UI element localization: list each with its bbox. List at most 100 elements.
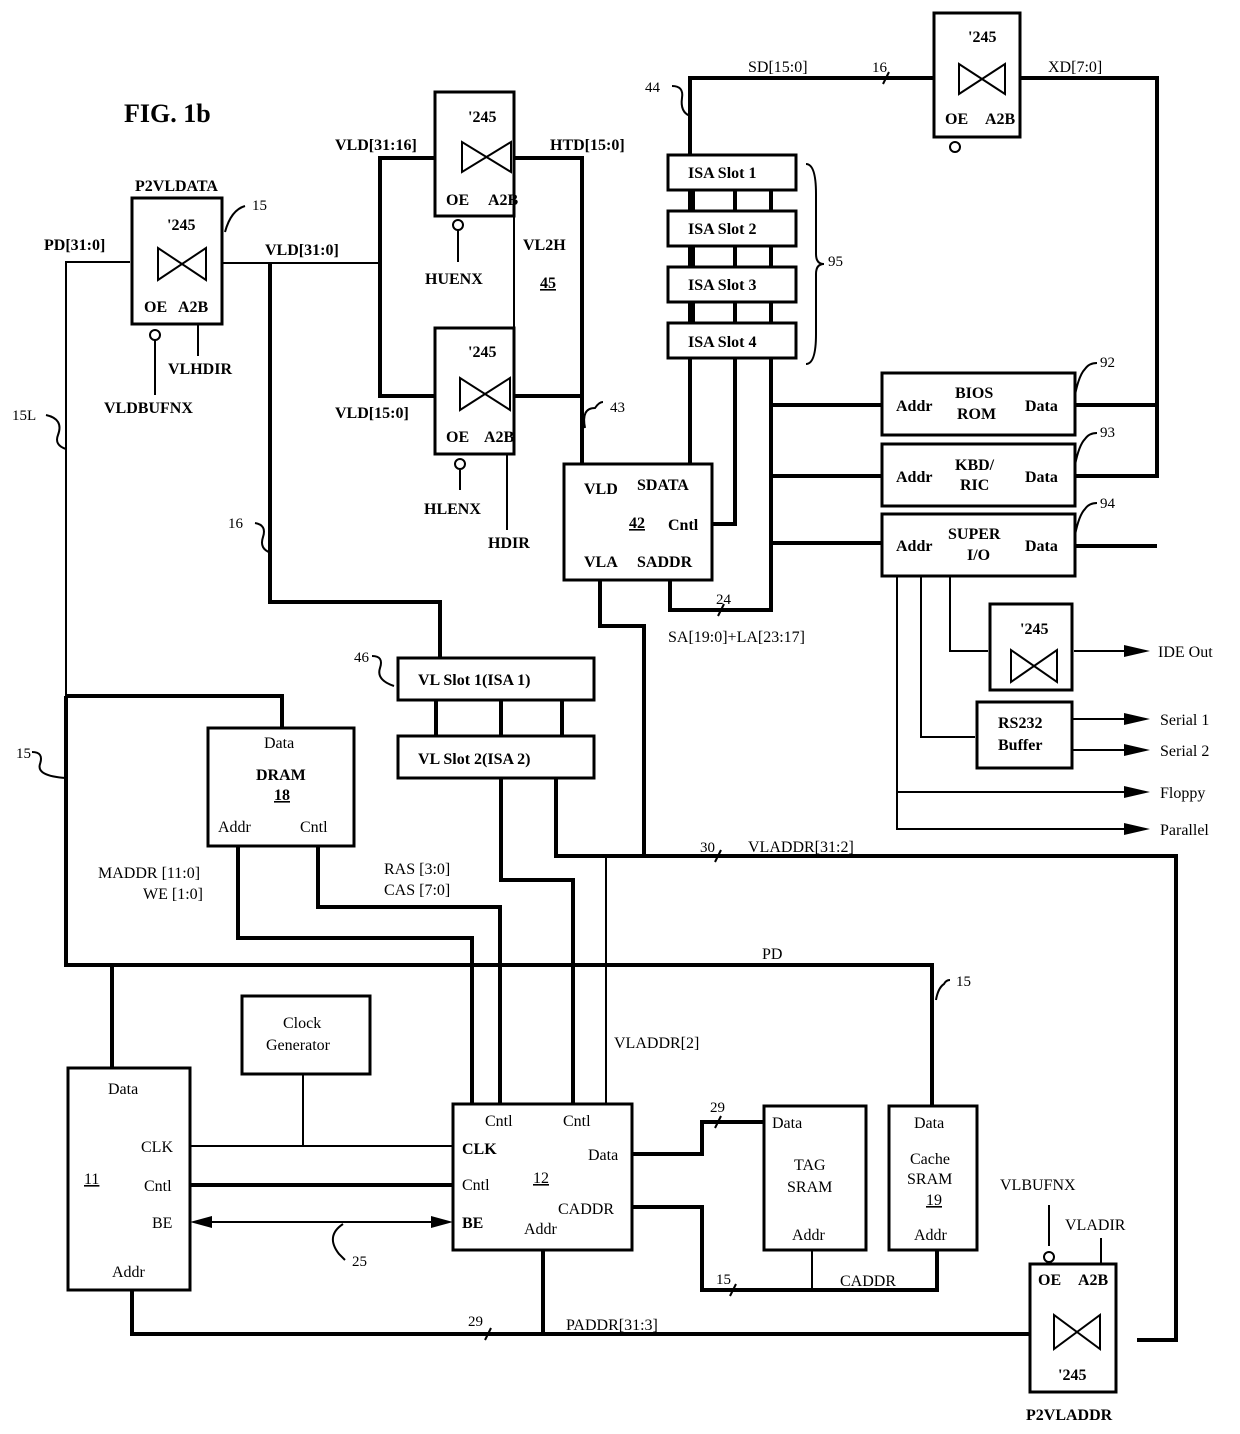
- pin-label: Data: [264, 735, 294, 752]
- ref-label: 29: [710, 1100, 725, 1116]
- leader-line: [45, 414, 67, 450]
- pin-label: Data: [1025, 398, 1058, 415]
- inverted-input-icon: [452, 219, 464, 231]
- vl-slot-cntl-wire: [499, 778, 575, 1104]
- rs232-buffer: RS232 Buffer: [975, 700, 1074, 770]
- group-label: VL2H: [523, 237, 566, 254]
- oe-pin: OE: [144, 299, 167, 316]
- buffer-part: '245: [968, 29, 996, 46]
- lower-buffer: '245 OE A2B HLENX HDIR: [424, 326, 530, 552]
- signal-label: VLADDR[2]: [614, 1035, 699, 1052]
- pin-label: Addr: [896, 538, 932, 555]
- signal-label: VLADDR[31:2]: [748, 839, 854, 856]
- inverted-input-icon: [149, 329, 161, 341]
- be-arrow-right-icon: [431, 1216, 453, 1228]
- signal-label: SA[19:0]+LA[23:17]: [668, 629, 805, 646]
- signal-label: VLD[15:0]: [335, 405, 409, 422]
- tag-data-wire: [632, 1120, 764, 1156]
- output-label: Serial 2: [1160, 743, 1209, 760]
- a2b-pin: A2B: [484, 429, 515, 446]
- ref-label: 11: [84, 1171, 99, 1188]
- pin-label: VLD: [584, 481, 618, 498]
- slot-label: VL Slot 2(ISA 2): [418, 751, 530, 768]
- signal-label: XD[7:0]: [1048, 59, 1102, 76]
- signal-label: PD[31:0]: [44, 237, 105, 254]
- leader-line: [671, 85, 691, 117]
- ref-label: 15: [716, 1272, 731, 1288]
- isa-cntl-wire: [712, 358, 737, 526]
- arrow-icon: [1124, 713, 1150, 725]
- pin-label: Addr: [896, 398, 932, 415]
- leader-line: [31, 751, 67, 779]
- arrow-icon: [1124, 786, 1150, 798]
- pin-label: SADDR: [637, 554, 693, 571]
- leader-line: [583, 401, 604, 429]
- signal-label: MADDR [11:0]: [98, 865, 200, 882]
- device-name: SUPER: [948, 526, 1001, 543]
- ref-label: 16: [872, 60, 888, 76]
- device-name: RIC: [960, 477, 989, 494]
- pin-label: Cntl: [563, 1113, 591, 1130]
- htd-bus-wire: [514, 156, 584, 464]
- pin-label: Cntl: [668, 517, 699, 534]
- ref-label: 15: [252, 198, 267, 214]
- cache-sram-19: Data Cache SRAM 19 Addr: [887, 1104, 979, 1252]
- signal-label: HUENX: [425, 271, 483, 288]
- ref-label: 42: [629, 515, 645, 532]
- pin-label: Addr: [914, 1227, 948, 1244]
- device-name: TAG: [794, 1157, 826, 1174]
- vld-16-wire: [268, 263, 442, 658]
- output-label: IDE Out: [1158, 644, 1213, 661]
- device-name: RS232: [998, 715, 1042, 732]
- ref-label: 18: [274, 787, 290, 804]
- signal-label: PADDR[31:3]: [566, 1317, 658, 1334]
- pin-label: Addr: [792, 1227, 826, 1244]
- ref-label: 29: [468, 1314, 483, 1330]
- pd-bus-wire: [65, 261, 130, 696]
- pin-label: Cntl: [144, 1178, 172, 1195]
- signal-label: RAS [3:0]: [384, 861, 450, 878]
- a2b-pin: A2B: [178, 299, 209, 316]
- device-name: Clock: [283, 1015, 321, 1032]
- device-name: I/O: [967, 547, 990, 564]
- arrow-icon: [1124, 823, 1150, 835]
- signal-label: HDIR: [488, 535, 530, 552]
- signal-label: PD: [762, 946, 782, 963]
- a2b-pin: A2B: [985, 111, 1016, 128]
- vla-wire: [598, 580, 646, 856]
- super-io: Addr SUPER I/O Data 94: [880, 496, 1116, 578]
- rs232-wire: [920, 576, 975, 738]
- pin-label: Data: [1025, 538, 1058, 555]
- output-label: Parallel: [1160, 822, 1209, 839]
- ref-label: 25: [352, 1254, 367, 1270]
- ref-label: 30: [700, 840, 715, 856]
- ref-label: 15L: [12, 408, 36, 424]
- ref-label: 94: [1100, 496, 1116, 512]
- device-name: KBD/: [955, 457, 995, 474]
- ref-label: 44: [645, 80, 661, 96]
- isa-brace: [805, 163, 825, 365]
- buffer-name: P2VLADDR: [1026, 1407, 1113, 1424]
- pin-label: CLK: [462, 1141, 497, 1158]
- buffer-part: '245: [468, 344, 496, 361]
- leader-line: [935, 979, 951, 1001]
- ref-label: 19: [926, 1192, 942, 1209]
- ref-label: 12: [533, 1170, 549, 1187]
- ref-label: 95: [828, 254, 843, 270]
- signal-label: VLD[31:16]: [335, 137, 417, 154]
- device-name: ROM: [957, 406, 996, 423]
- pin-label: Data: [1025, 469, 1058, 486]
- isa-controller-42: VLD SDATA 42 Cntl VLA SADDR: [562, 462, 714, 582]
- bios-rom: Addr BIOS ROM Data 92: [880, 355, 1115, 437]
- pin-label: Addr: [218, 819, 252, 836]
- vladdr-bus-wire: [554, 778, 1178, 1342]
- oe-pin: OE: [945, 111, 968, 128]
- leader-line: [1074, 502, 1098, 536]
- slot-label: VL Slot 1(ISA 1): [418, 672, 530, 689]
- pin-label: SDATA: [637, 477, 689, 494]
- buffer-name: P2VLDATA: [135, 178, 218, 195]
- slot-label: ISA Slot 4: [688, 334, 756, 351]
- pin-label: Cntl: [462, 1177, 490, 1194]
- ref-label: 43: [610, 400, 625, 416]
- pin-label: BE: [462, 1215, 483, 1232]
